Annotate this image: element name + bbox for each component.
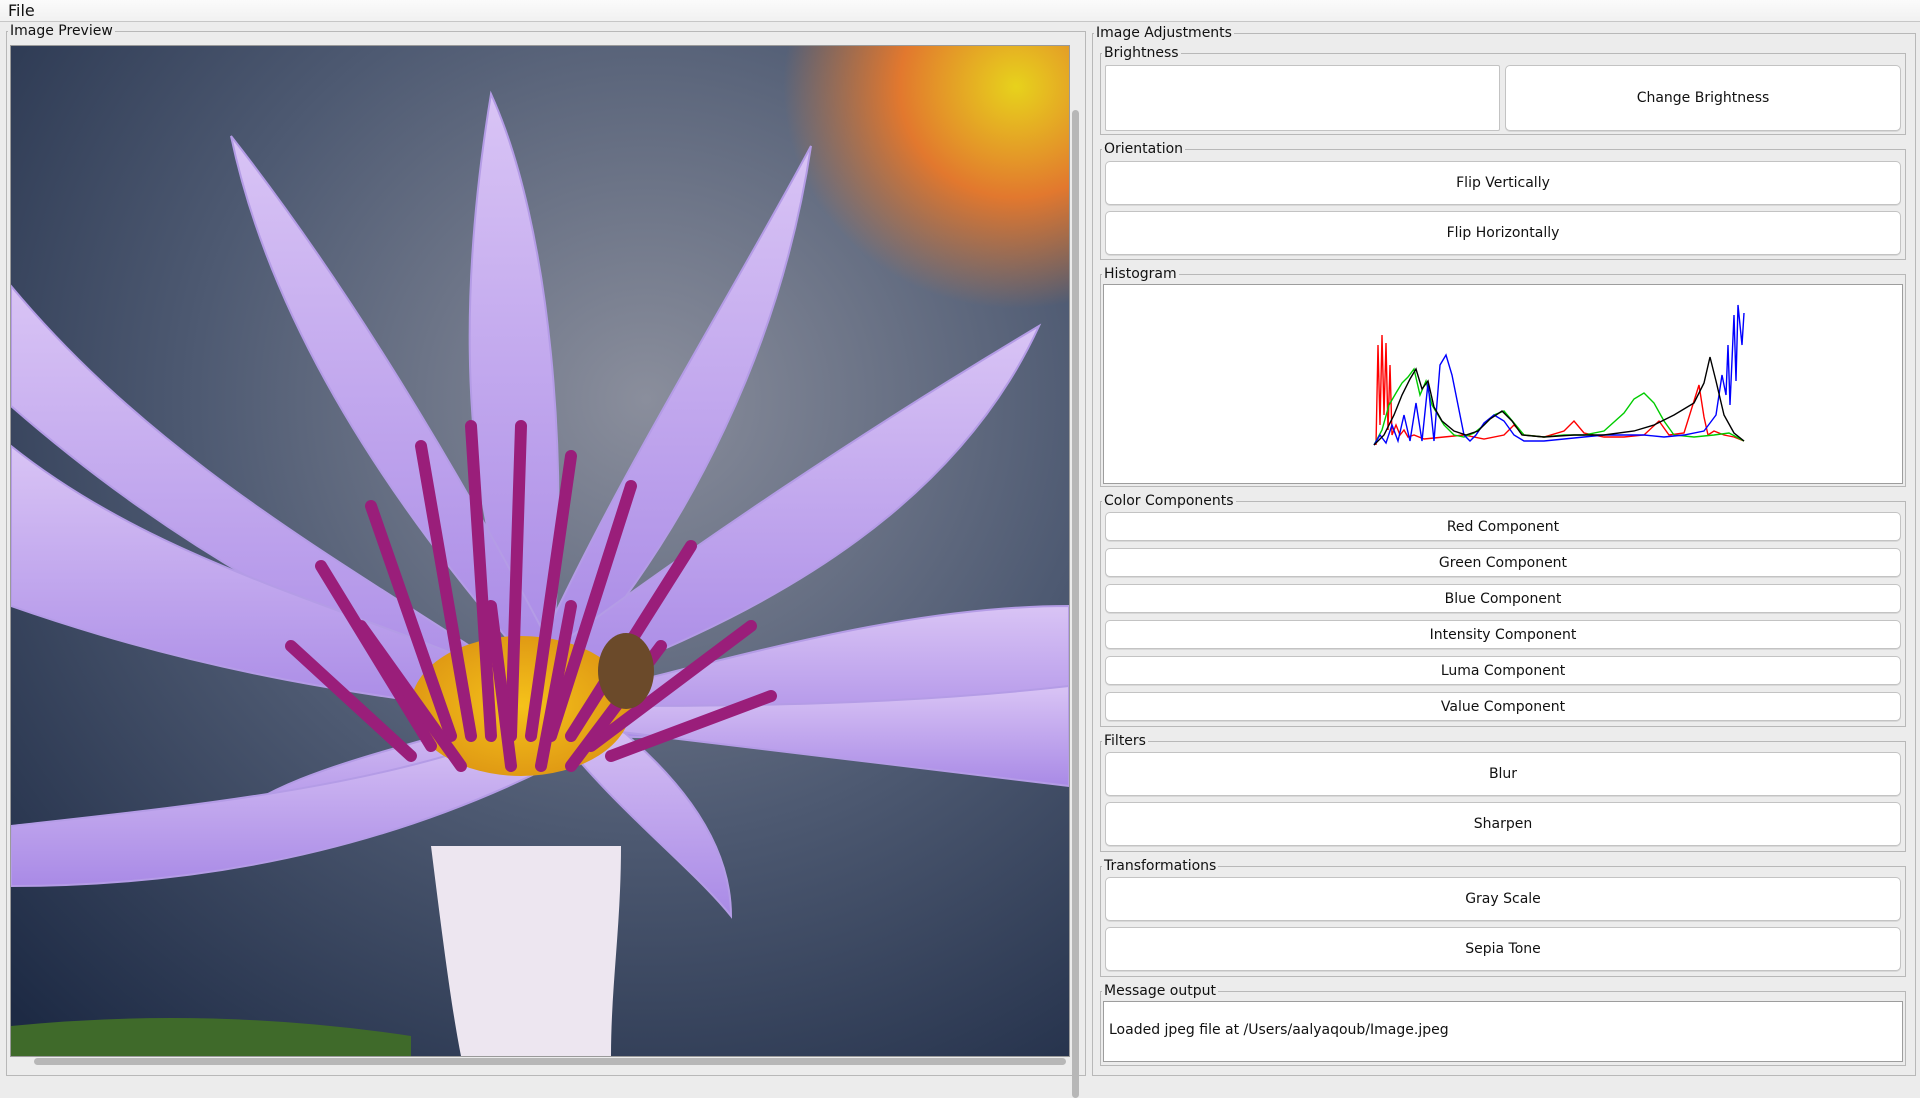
- image-preview[interactable]: [10, 45, 1070, 1057]
- message-output-title: Message output: [1104, 983, 1216, 999]
- menu-bar: File: [0, 0, 1920, 22]
- gray-scale-button[interactable]: Gray Scale: [1105, 877, 1901, 921]
- color-components-title: Color Components: [1104, 493, 1234, 509]
- intensity-component-button[interactable]: Intensity Component: [1105, 620, 1901, 649]
- filters-title: Filters: [1104, 733, 1146, 749]
- image-adjustments-title: Image Adjustments: [1096, 25, 1232, 41]
- value-component-button[interactable]: Value Component: [1105, 692, 1901, 721]
- brightness-title: Brightness: [1104, 45, 1179, 61]
- green-component-button[interactable]: Green Component: [1105, 548, 1901, 577]
- histogram-plot: [1373, 304, 1745, 446]
- change-brightness-button[interactable]: Change Brightness: [1505, 65, 1901, 131]
- preview-vertical-scrollbar[interactable]: [1070, 45, 1080, 1098]
- blur-button[interactable]: Blur: [1105, 752, 1901, 796]
- flip-vertically-button[interactable]: Flip Vertically: [1105, 161, 1901, 205]
- vertical-scroll-thumb[interactable]: [1072, 110, 1079, 1098]
- flip-horizontally-button[interactable]: Flip Horizontally: [1105, 211, 1901, 255]
- image-preview-title: Image Preview: [10, 23, 113, 39]
- message-output-text: Loaded jpeg file at /Users/aalyaqoub/Ima…: [1103, 1001, 1903, 1062]
- red-component-button[interactable]: Red Component: [1105, 512, 1901, 541]
- blue-component-button[interactable]: Blue Component: [1105, 584, 1901, 613]
- transformations-title: Transformations: [1104, 858, 1217, 874]
- file-menu[interactable]: File: [8, 1, 35, 20]
- histogram-chart: [1103, 284, 1903, 484]
- histogram-red-line: [1375, 334, 1745, 446]
- histogram-blue-line: [1373, 304, 1745, 446]
- histogram-title: Histogram: [1104, 266, 1177, 282]
- brightness-input[interactable]: [1105, 65, 1500, 131]
- flower-image: [11, 46, 1069, 1056]
- luma-component-button[interactable]: Luma Component: [1105, 656, 1901, 685]
- horizontal-scroll-thumb[interactable]: [34, 1058, 1066, 1065]
- sepia-tone-button[interactable]: Sepia Tone: [1105, 927, 1901, 971]
- sharpen-button[interactable]: Sharpen: [1105, 802, 1901, 846]
- preview-horizontal-scrollbar[interactable]: [10, 1056, 1068, 1066]
- orientation-title: Orientation: [1104, 141, 1184, 157]
